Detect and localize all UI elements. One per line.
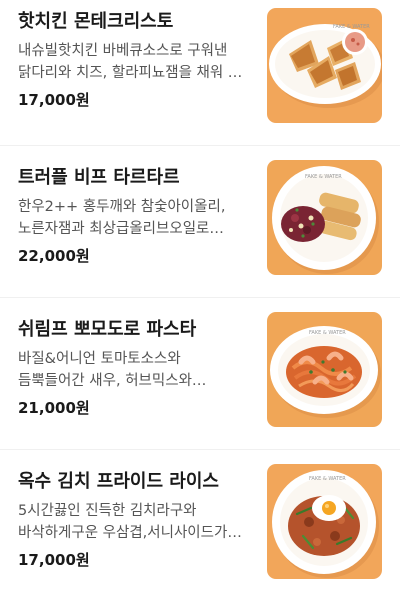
beef-tartare-photo[interactable]: FAKE & WATER — [267, 160, 382, 275]
menu-item-price: 22,000원 — [18, 247, 90, 265]
menu-item-description: 내슈빌핫치킨 바베큐소스로 구워낸 닭다리와 치즈, 할라피뇨잼을 채워 … — [18, 43, 243, 81]
menu-item-description: 5시간끓인 진득한 김치라구와 바삭하게구운 우삼겹,서니사이드가 올라… — [18, 503, 228, 541]
menu-item-price: 17,000원 — [18, 551, 90, 569]
plate-brand-text: FAKE & WATER — [309, 476, 346, 482]
menu-item-info: 트러플 비프 타르타르 한우2++ 홍두깨와 참숯아이올리, 노른자잼과 최상급… — [18, 166, 250, 266]
menu-item-price: 17,000원 — [18, 91, 90, 109]
menu-item[interactable]: 옥수 김치 프라이드 라이스 5시간끓인 진득한 김치라구와 바삭하게구운 우삼… — [0, 450, 400, 602]
menu-item-price: 21,000원 — [18, 399, 90, 417]
menu-item[interactable]: 쉬림프 뽀모도로 파스타 바질&어니언 토마토소스와 듬뿍들어간 새우, 허브믹… — [0, 298, 400, 450]
kimchi-fried-rice-photo[interactable]: FAKE & WATER — [267, 464, 382, 579]
menu-item-name: 옥수 김치 프라이드 라이스 — [18, 471, 219, 492]
plate-brand-text: FAKE & WATER — [309, 330, 346, 336]
menu-list: 핫치킨 몬테크리스토 내슈빌핫치킨 바베큐소스로 구워낸 닭다리와 치즈, 할라… — [0, 0, 400, 602]
menu-item-description: 바질&어니언 토마토소스와 듬뿍들어간 새우, 허브믹스와 레몬제스트가 … — [18, 351, 192, 389]
menu-item-name: 쉬림프 뽀모도로 파스타 — [18, 319, 197, 340]
menu-item-info: 핫치킨 몬테크리스토 내슈빌핫치킨 바베큐소스로 구워낸 닭다리와 치즈, 할라… — [18, 10, 250, 110]
menu-item-info: 옥수 김치 프라이드 라이스 5시간끓인 진득한 김치라구와 바삭하게구운 우삼… — [18, 470, 250, 570]
menu-item-name: 트러플 비프 타르타르 — [18, 167, 180, 188]
menu-item-name: 핫치킨 몬테크리스토 — [18, 11, 174, 32]
plate-brand-text: FAKE & WATER — [333, 24, 370, 30]
menu-item[interactable]: 핫치킨 몬테크리스토 내슈빌핫치킨 바베큐소스로 구워낸 닭다리와 치즈, 할라… — [0, 0, 400, 146]
shrimp-pomodoro-pasta-photo[interactable]: FAKE & WATER — [267, 312, 382, 427]
plate-brand-text: FAKE & WATER — [305, 174, 342, 180]
menu-item[interactable]: 트러플 비프 타르타르 한우2++ 홍두깨와 참숯아이올리, 노른자잼과 최상급… — [0, 146, 400, 298]
monte-cristo-sandwich-photo[interactable]: FAKE & WATER — [267, 8, 382, 123]
menu-item-info: 쉬림프 뽀모도로 파스타 바질&어니언 토마토소스와 듬뿍들어간 새우, 허브믹… — [18, 318, 250, 418]
menu-item-description: 한우2++ 홍두깨와 참숯아이올리, 노른자잼과 최상급올리브오일로 만든… — [18, 199, 226, 237]
